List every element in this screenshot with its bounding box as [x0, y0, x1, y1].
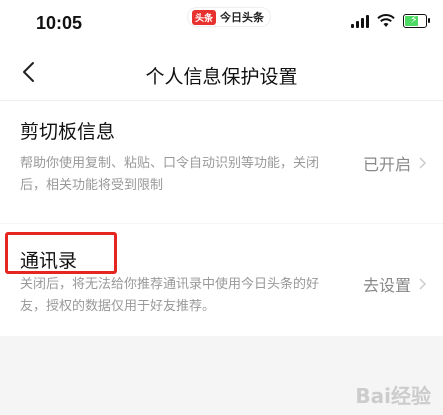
chevron-right-icon [419, 157, 427, 169]
app-pill[interactable]: 头条 今日头条 [188, 8, 271, 26]
battery-icon: ⚡ [403, 13, 430, 28]
clipboard-description: 帮助你使用复制、粘贴、口令自动识别等功能，关闭后，相关功能将受到限制 [20, 156, 320, 193]
page-title: 个人信息保护设置 [145, 66, 298, 88]
contacts-description: 关闭后，将无法给你推荐通讯录中使用今日头条的好友，授权的数据仅用于好友推荐。 [20, 277, 320, 314]
clipboard-status[interactable]: 已开启 [363, 151, 429, 175]
chevron-right-icon [419, 278, 427, 290]
status-bar: 10:05 头条 今日头条 ⚡ [0, 0, 443, 44]
clipboard-setting[interactable]: 剪切板信息 帮助你使用复制、粘贴、口令自动识别等功能，关闭后，相关功能将受到限制… [0, 101, 443, 223]
clipboard-title: 剪切板信息 [20, 121, 116, 143]
signal-icon [351, 14, 369, 28]
clipboard-status-label: 已开启 [362, 155, 411, 174]
nav-bar: 个人信息保护设置 [0, 44, 443, 101]
app-pill-label: 今日头条 [220, 11, 265, 24]
wifi-icon [377, 14, 395, 27]
toutiao-logo: 头条 [192, 9, 217, 25]
contacts-settings-link[interactable]: 去设置 [363, 272, 429, 296]
status-time: 10:05 [36, 13, 83, 33]
watermark: Bai经验 [355, 384, 431, 408]
system-icons: ⚡ [351, 13, 430, 28]
highlight-box [5, 232, 117, 274]
contacts-action-label: 去设置 [362, 276, 411, 295]
